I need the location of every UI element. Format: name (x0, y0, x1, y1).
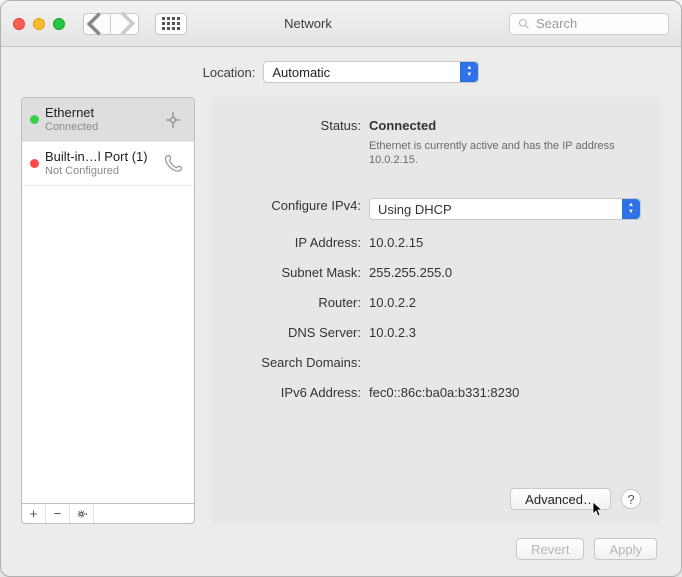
status-dot-icon (30, 115, 39, 124)
configure-ipv4-select[interactable]: Using DHCP (369, 198, 641, 220)
ipv4-label: Configure IPv4: (231, 195, 361, 213)
search-field[interactable]: Search (509, 13, 669, 35)
service-ethernet[interactable]: Ethernet Connected (22, 98, 194, 142)
dns-row: DNS Server: 10.0.2.3 (231, 322, 641, 340)
location-row: Location: Automatic (1, 47, 681, 97)
ipv6-row: IPv6 Address: fec0::86c:ba0a:b331:8230 (231, 382, 641, 400)
router-row: Router: 10.0.2.2 (231, 292, 641, 310)
revert-button[interactable]: Revert (516, 538, 584, 560)
search-placeholder: Search (536, 16, 577, 31)
search-domains-label: Search Domains: (231, 352, 361, 370)
service-name: Ethernet (45, 106, 154, 120)
service-actions-button[interactable] (70, 504, 94, 523)
search-domains-value (369, 352, 641, 355)
status-row: Status: Connected Ethernet is currently … (231, 115, 641, 167)
search-icon (518, 18, 530, 30)
subnet-label: Subnet Mask: (231, 262, 361, 280)
chevron-updown-icon (460, 62, 478, 82)
window-title: Network (117, 16, 499, 31)
service-status: Connected (45, 120, 154, 134)
zoom-window-button[interactable] (53, 18, 65, 30)
ipaddr-label: IP Address: (231, 232, 361, 250)
detail-rows: Status: Connected Ethernet is currently … (231, 115, 641, 400)
chevron-updown-icon (622, 199, 640, 219)
ipv4-row: Configure IPv4: Using DHCP (231, 195, 641, 220)
minimize-window-button[interactable] (33, 18, 45, 30)
revert-button-label: Revert (531, 542, 569, 557)
apply-button-label: Apply (609, 542, 642, 557)
ipv6-label: IPv6 Address: (231, 382, 361, 400)
service-name: Built-in…l Port (1) (45, 150, 154, 164)
router-label: Router: (231, 292, 361, 310)
phone-icon (160, 151, 186, 177)
service-status: Not Configured (45, 164, 154, 178)
footer-buttons: Revert Apply (1, 538, 681, 576)
back-button[interactable] (83, 13, 111, 35)
ipv4-value: Using DHCP (378, 202, 452, 217)
gear-icon (76, 508, 88, 520)
service-text: Built-in…l Port (1) Not Configured (45, 150, 154, 178)
status-label: Status: (231, 115, 361, 133)
location-label: Location: (203, 65, 256, 80)
advanced-row: Advanced… ? (231, 478, 641, 510)
help-button[interactable]: ? (621, 489, 641, 509)
network-preferences-window: Network Search Location: Automatic Ether… (0, 0, 682, 577)
status-description: Ethernet is currently active and has the… (369, 139, 619, 167)
ipv6-value: fec0::86c:ba0a:b331:8230 (369, 382, 641, 400)
window-controls (13, 18, 65, 30)
apply-button[interactable]: Apply (594, 538, 657, 560)
advanced-button[interactable]: Advanced… (510, 488, 611, 510)
detail-panel: Status: Connected Ethernet is currently … (211, 97, 661, 524)
service-text: Ethernet Connected (45, 106, 154, 134)
ethernet-icon (160, 107, 186, 133)
service-list: Ethernet Connected Built-in…l Port (1) N… (21, 97, 195, 504)
content-area: Ethernet Connected Built-in…l Port (1) N… (1, 97, 681, 538)
add-service-button[interactable]: + (22, 504, 46, 523)
remove-service-button[interactable]: − (46, 504, 70, 523)
advanced-button-label: Advanced… (525, 492, 596, 507)
ipaddr-value: 10.0.2.15 (369, 232, 641, 250)
search-domains-row: Search Domains: (231, 352, 641, 370)
subnet-value: 255.255.255.0 (369, 262, 641, 280)
dns-value: 10.0.2.3 (369, 322, 641, 340)
service-serial-port[interactable]: Built-in…l Port (1) Not Configured (22, 142, 194, 186)
router-value: 10.0.2.2 (369, 292, 641, 310)
subnet-row: Subnet Mask: 255.255.255.0 (231, 262, 641, 280)
sidebar-toolbar: + − (21, 504, 195, 524)
titlebar: Network Search (1, 1, 681, 47)
status-value: Connected (369, 118, 641, 133)
service-sidebar: Ethernet Connected Built-in…l Port (1) N… (21, 97, 195, 524)
location-value: Automatic (272, 65, 330, 80)
location-select[interactable]: Automatic (263, 61, 479, 83)
status-dot-icon (30, 159, 39, 168)
ipaddr-row: IP Address: 10.0.2.15 (231, 232, 641, 250)
close-window-button[interactable] (13, 18, 25, 30)
dns-label: DNS Server: (231, 322, 361, 340)
